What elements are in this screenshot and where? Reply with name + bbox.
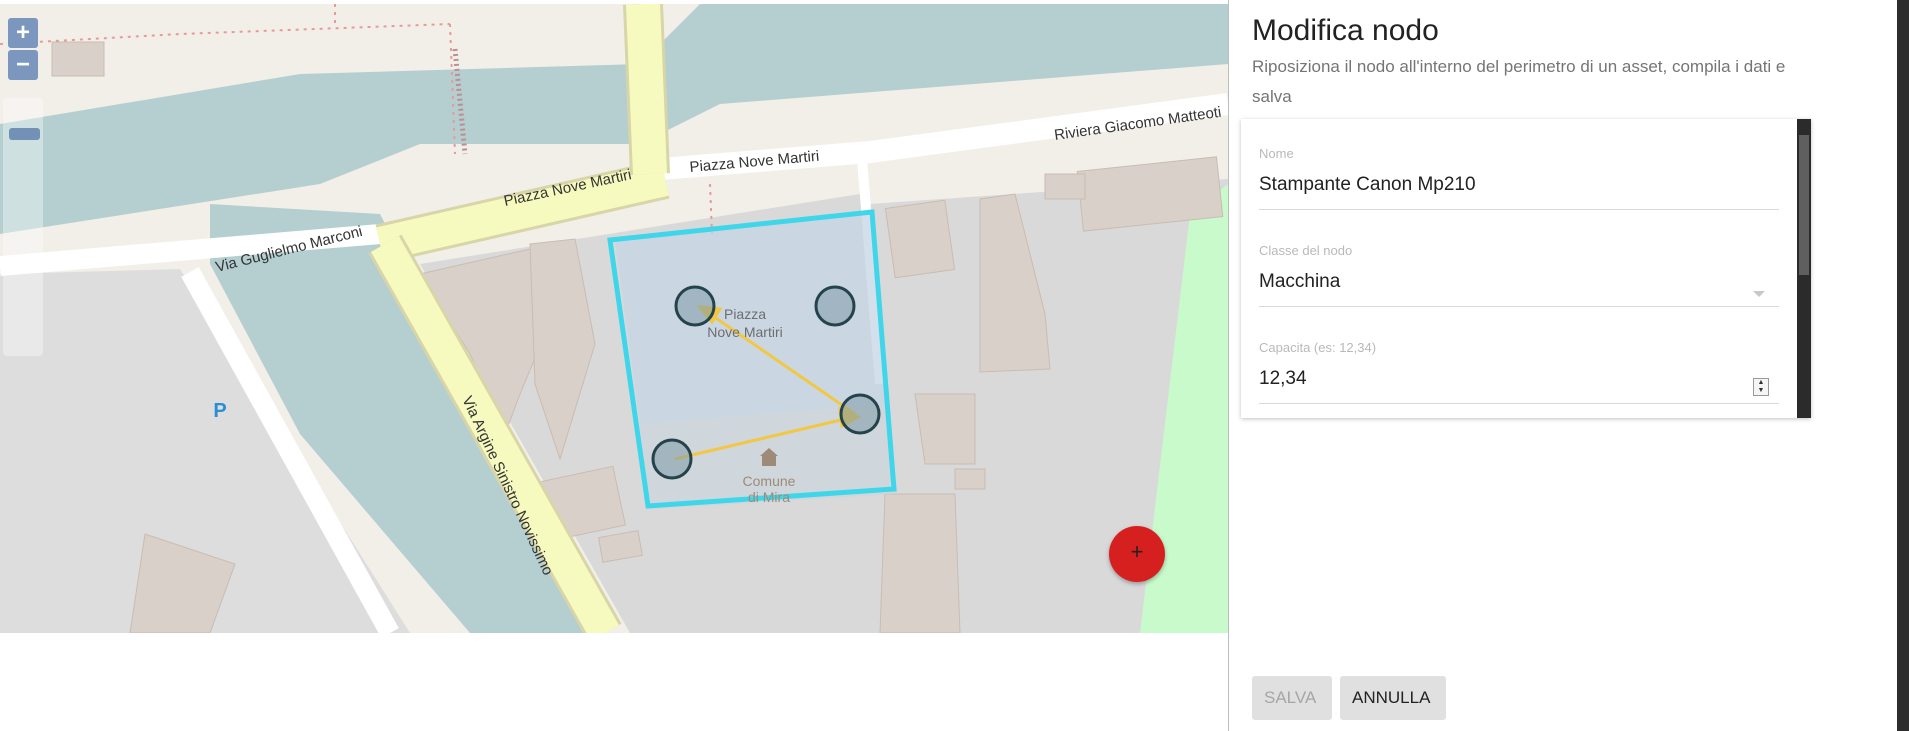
zoom-slider-handle[interactable] bbox=[9, 128, 40, 140]
form-scrollbar-thumb[interactable] bbox=[1799, 135, 1809, 275]
save-button[interactable]: Salva bbox=[1252, 676, 1332, 720]
zoom-slider[interactable] bbox=[3, 98, 43, 356]
panel-title: Modifica nodo bbox=[1252, 14, 1439, 47]
map-canvas[interactable]: Via Guglielmo Marconi Piazza Nove Martir… bbox=[0, 4, 1228, 633]
parking-label: P bbox=[213, 400, 226, 422]
map-node bbox=[651, 438, 693, 480]
field-underline bbox=[1259, 209, 1779, 210]
zoom-in-button[interactable]: + bbox=[8, 18, 38, 48]
map-node bbox=[839, 393, 881, 435]
poi-label: Nove Martiri bbox=[707, 324, 782, 340]
name-label: Nome bbox=[1259, 146, 1294, 161]
node-class-label: Classe del nodo bbox=[1259, 243, 1353, 258]
name-field[interactable]: Nome Stampante Canon Mp210 bbox=[1259, 146, 1779, 210]
name-input[interactable]: Stampante Canon Mp210 bbox=[1259, 174, 1779, 198]
map-node bbox=[674, 285, 716, 327]
edit-node-panel: Modifica nodo Riposiziona il nodo all'in… bbox=[1229, 0, 1889, 731]
zoom-out-button[interactable]: − bbox=[8, 50, 38, 80]
map-view[interactable]: Via Guglielmo Marconi Piazza Nove Martir… bbox=[0, 4, 1228, 633]
map-node bbox=[814, 285, 856, 327]
capacity-label: Capacita (es: 12,34) bbox=[1259, 340, 1377, 355]
chevron-down-icon[interactable] bbox=[1753, 291, 1765, 297]
node-class-value[interactable]: Macchina bbox=[1259, 271, 1779, 295]
window-edge bbox=[1897, 0, 1909, 731]
form-scrollbar[interactable] bbox=[1797, 119, 1811, 418]
capacity-field[interactable]: Capacita (es: 12,34) 12,34 ▲ ▼ bbox=[1259, 340, 1779, 404]
node-class-select[interactable]: Classe del nodo Macchina bbox=[1259, 243, 1779, 307]
number-stepper-icon[interactable]: ▲ ▼ bbox=[1753, 378, 1769, 396]
poi-label: di Mira bbox=[748, 489, 790, 505]
add-node-button[interactable]: + bbox=[1109, 526, 1165, 582]
poi-label: Piazza bbox=[724, 306, 766, 322]
panel-subtitle: Riposiziona il nodo all'interno del peri… bbox=[1252, 57, 1786, 106]
field-underline bbox=[1259, 403, 1779, 404]
cancel-button[interactable]: Annulla bbox=[1340, 676, 1446, 720]
poi-label: Comune bbox=[743, 473, 796, 489]
field-underline bbox=[1259, 306, 1779, 307]
node-form: Nome Stampante Canon Mp210 Classe del no… bbox=[1241, 119, 1811, 418]
capacity-input[interactable]: 12,34 bbox=[1259, 368, 1779, 392]
